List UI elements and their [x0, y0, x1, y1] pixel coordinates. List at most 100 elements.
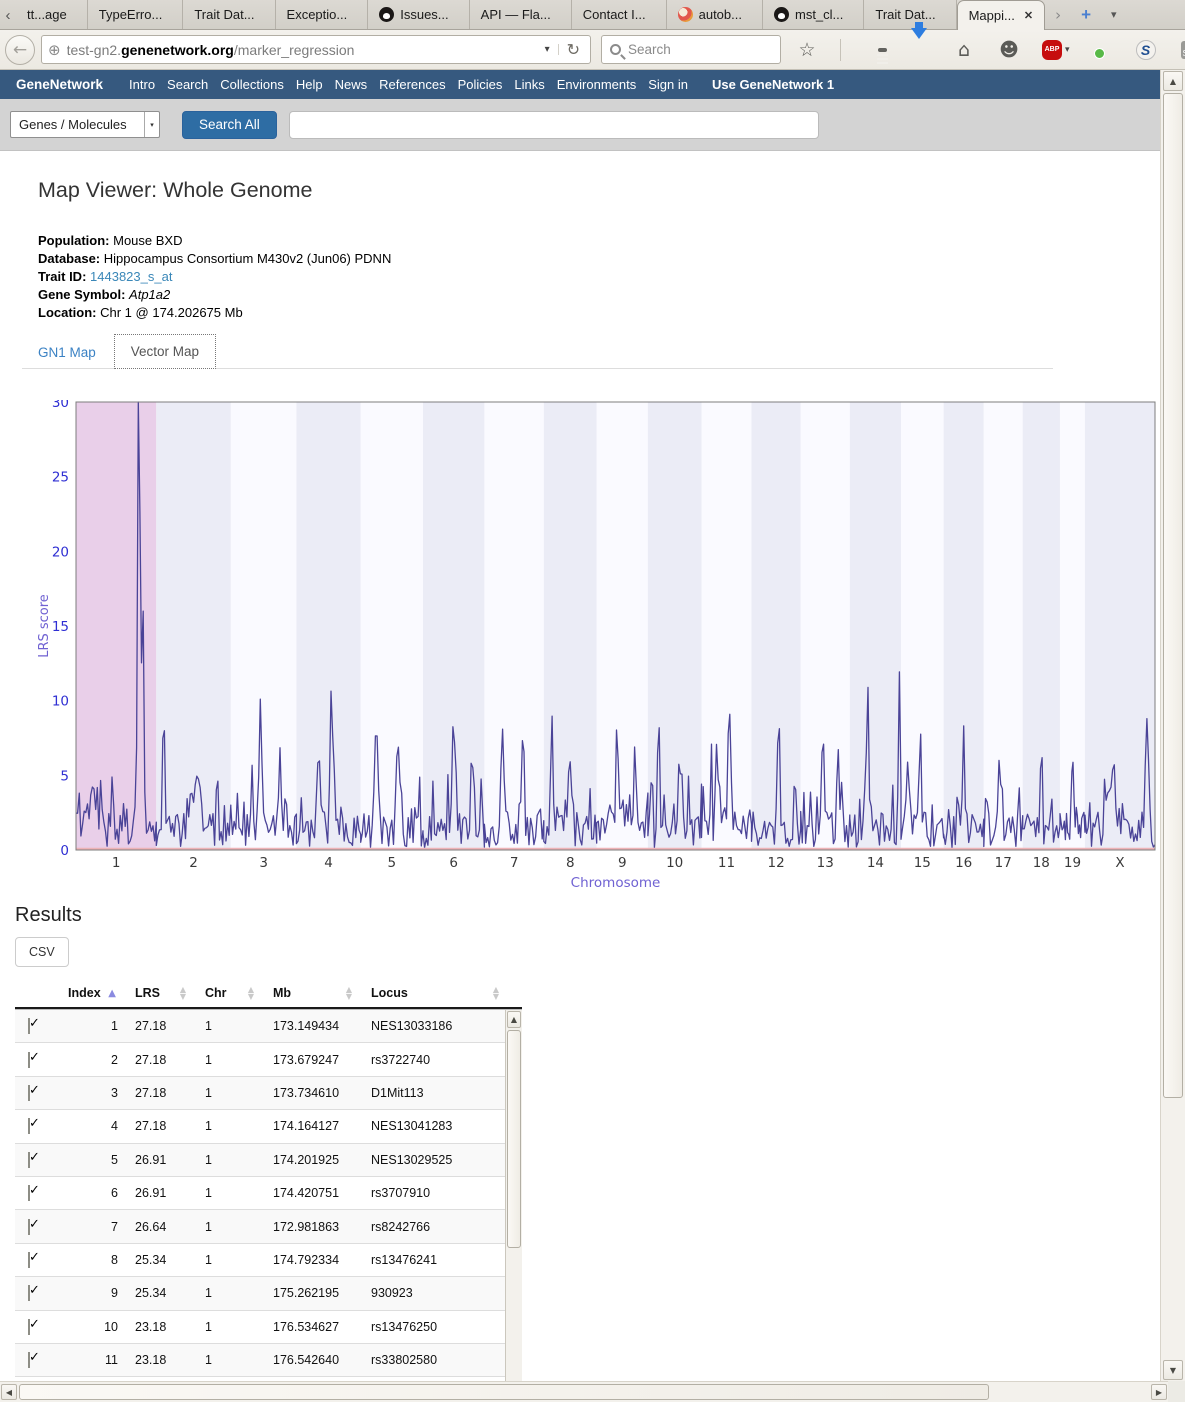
browser-tab[interactable]: Trait Dat...: [183, 0, 275, 29]
page-vertical-scrollbar[interactable]: ▲ ▼: [1160, 70, 1185, 1381]
new-tab-button[interactable]: +: [1071, 5, 1101, 25]
scroll-down-arrow-icon[interactable]: ▼: [1163, 1360, 1183, 1380]
scroll-left-arrow-icon[interactable]: ◀: [1, 1384, 17, 1400]
nav-link[interactable]: Help: [296, 77, 323, 92]
row-checkbox[interactable]: [28, 1118, 30, 1134]
search-all-button[interactable]: Search All: [182, 111, 277, 139]
browser-tab[interactable]: autob...: [667, 0, 763, 29]
row-checkbox[interactable]: [28, 1018, 30, 1034]
search-icon: [610, 44, 621, 55]
back-button[interactable]: ←: [5, 35, 35, 65]
row-checkbox[interactable]: [28, 1285, 30, 1301]
browser-tab[interactable]: mst_cl...: [763, 0, 864, 29]
genenetwork-brand[interactable]: GeneNetwork: [16, 77, 103, 92]
browser-tab[interactable]: tt...age: [16, 0, 88, 29]
page-horizontal-scrollbar[interactable]: ◀ ▶: [0, 1381, 1168, 1402]
scrollbar-thumb[interactable]: [1163, 93, 1183, 1098]
cell-mb: 174.201925: [260, 1153, 358, 1167]
cell-chr: 1: [192, 1086, 260, 1100]
url-text[interactable]: test-gn2.genenetwork.org/marker_regressi…: [67, 42, 537, 58]
search-category-select[interactable]: Genes / Molecules ▾: [10, 111, 160, 138]
row-checkbox[interactable]: [28, 1185, 30, 1201]
tab-favicon: [774, 7, 789, 22]
csv-export-button[interactable]: CSV: [15, 937, 69, 967]
tab-scroll-right-icon[interactable]: ›: [1045, 6, 1071, 24]
scrollbar-thumb[interactable]: [507, 1030, 521, 1248]
browser-tab[interactable]: Exceptio...: [276, 0, 369, 29]
selenium-extension-icon[interactable]: Se: [1181, 41, 1185, 59]
row-checkbox[interactable]: [28, 1152, 30, 1168]
nav-link[interactable]: Search: [167, 77, 208, 92]
cell-chr: 1: [192, 1019, 260, 1033]
svg-text:10: 10: [52, 694, 69, 710]
trait-info-block: Population: Mouse BXD Database: Hippocam…: [38, 232, 1160, 322]
global-search-input[interactable]: [289, 111, 819, 139]
locus-column-header[interactable]: Locus ▲▼: [358, 986, 505, 1000]
row-checkbox[interactable]: [28, 1252, 30, 1268]
cell-lrs: 27.18: [122, 1119, 192, 1133]
cell-index: 7: [60, 1220, 122, 1234]
mb-column-header[interactable]: Mb ▲▼: [260, 986, 358, 1000]
cell-lrs: 27.18: [122, 1019, 192, 1033]
index-column-header[interactable]: Index ▲: [60, 986, 122, 1000]
url-dropdown-caret-icon[interactable]: ▾: [537, 44, 559, 55]
s-extension-icon[interactable]: S: [1136, 40, 1160, 60]
row-checkbox[interactable]: [28, 1319, 30, 1335]
url-bar[interactable]: ⊕ test-gn2.genenetwork.org/marker_regres…: [41, 35, 591, 64]
nav-link[interactable]: Collections: [220, 77, 284, 92]
home-icon[interactable]: ⌂: [952, 39, 976, 61]
scrollbar-thumb[interactable]: [19, 1384, 989, 1400]
svg-text:14: 14: [867, 855, 884, 871]
all-tabs-caret-icon[interactable]: ▾: [1101, 8, 1127, 21]
cell-index: 2: [60, 1053, 122, 1067]
use-genenetwork1-link[interactable]: Use GeneNetwork 1: [712, 77, 834, 92]
sort-asc-icon[interactable]: ▲: [108, 990, 116, 997]
downloads-icon[interactable]: [907, 39, 931, 61]
adblock-icon[interactable]: ABP ▾: [1042, 40, 1070, 60]
sort-icon[interactable]: ▲▼: [346, 986, 352, 1000]
scroll-up-arrow-icon[interactable]: ▲: [1163, 71, 1183, 91]
nav-link[interactable]: Environments: [557, 77, 636, 92]
row-checkbox[interactable]: [28, 1219, 30, 1235]
scroll-up-arrow-icon[interactable]: ▲: [507, 1011, 521, 1028]
info-label: Trait ID:: [38, 269, 86, 284]
nav-link[interactable]: References: [379, 77, 445, 92]
browser-tab[interactable]: Contact I...: [572, 0, 667, 29]
browser-tab[interactable]: Mappi... ✕: [957, 0, 1045, 30]
reload-icon[interactable]: ↻: [559, 40, 584, 59]
svg-text:20: 20: [52, 544, 69, 560]
nav-link[interactable]: Policies: [458, 77, 503, 92]
chr-column-header[interactable]: Chr ▲▼: [192, 986, 260, 1000]
map-tab[interactable]: Vector Map: [114, 334, 216, 369]
sort-icon[interactable]: ▲▼: [180, 986, 186, 1000]
genome-map-chart: 12345678910111213141516171819X0510152025…: [0, 400, 1160, 900]
browser-search-box[interactable]: Search: [601, 35, 781, 64]
table-scrollbar[interactable]: ▲: [505, 1010, 522, 1381]
nav-link[interactable]: Sign in: [648, 77, 688, 92]
browser-tab[interactable]: Issues...: [368, 0, 469, 29]
cell-index: 11: [60, 1353, 122, 1367]
tab-close-icon[interactable]: ✕: [1024, 9, 1033, 22]
sort-icon[interactable]: ▲▼: [493, 986, 499, 1000]
cell-mb: 174.164127: [260, 1119, 358, 1133]
nav-link[interactable]: Links: [514, 77, 544, 92]
nav-link[interactable]: Intro: [129, 77, 155, 92]
nav-link[interactable]: News: [335, 77, 368, 92]
lrs-column-header[interactable]: LRS ▲▼: [122, 986, 192, 1000]
row-checkbox[interactable]: [28, 1352, 30, 1368]
table-row: 4 27.18 1 174.164127 NES13041283: [15, 1110, 505, 1143]
row-checkbox[interactable]: [28, 1052, 30, 1068]
bookmark-star-icon[interactable]: ☆: [795, 39, 819, 61]
sort-icon[interactable]: ▲▼: [248, 986, 254, 1000]
cell-mb: 173.734610: [260, 1086, 358, 1100]
chat-icon[interactable]: ☻: [997, 39, 1021, 61]
site-identity-icon[interactable]: ⊕: [48, 41, 61, 59]
map-tab[interactable]: GN1 Map: [22, 336, 112, 369]
browser-tab[interactable]: TypeErro...: [88, 0, 184, 29]
row-checkbox[interactable]: [28, 1085, 30, 1101]
cell-chr: 1: [192, 1053, 260, 1067]
browser-tab[interactable]: Trait Dat...: [864, 0, 956, 29]
browser-tab[interactable]: API — Fla...: [470, 0, 572, 29]
scroll-right-arrow-icon[interactable]: ▶: [1151, 1384, 1167, 1400]
tab-scroll-left-icon[interactable]: ‹: [0, 1, 16, 29]
